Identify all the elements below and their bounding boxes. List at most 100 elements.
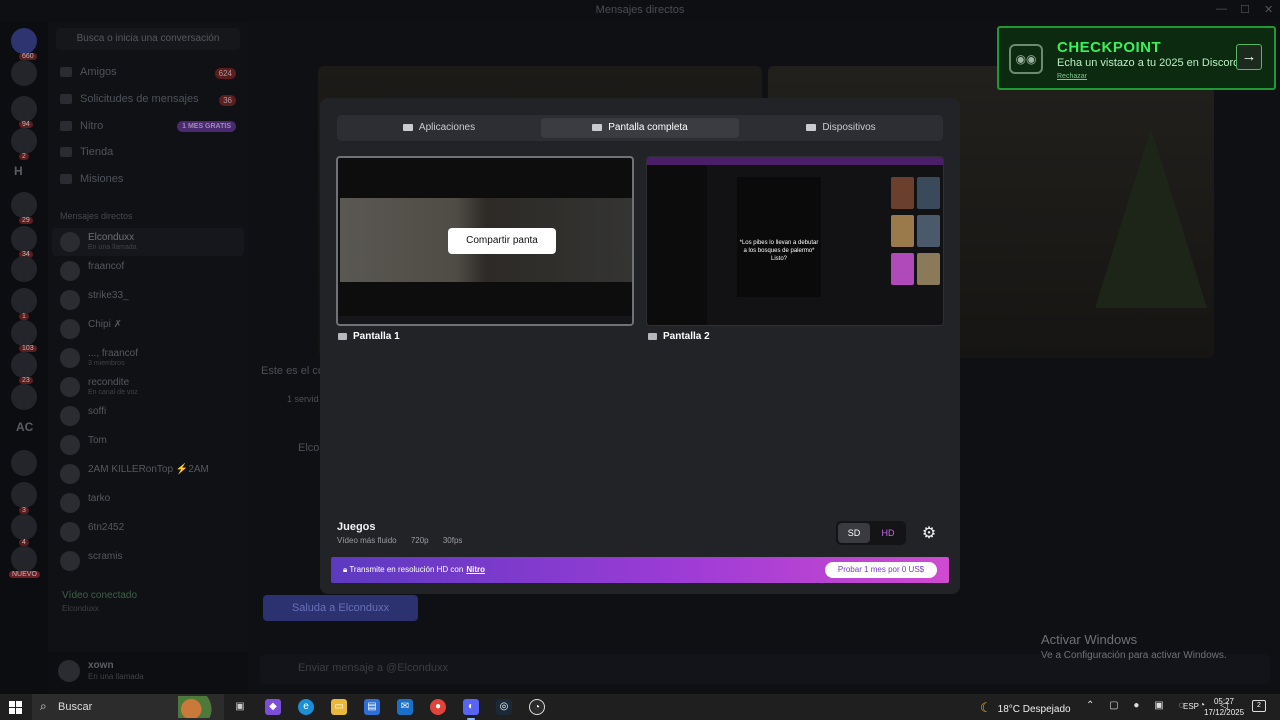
notification-center-icon[interactable]: 2 xyxy=(1252,700,1266,712)
server-icon[interactable] xyxy=(11,450,37,476)
server-icon[interactable]: 103 xyxy=(11,320,37,352)
dm-item[interactable]: 6tn2452 xyxy=(52,518,244,546)
screen-1-thumbnail[interactable]: Compartir panta xyxy=(336,156,634,326)
server-icon[interactable]: NUEVO xyxy=(9,546,40,578)
avatar xyxy=(60,551,80,571)
greet-button[interactable]: Saluda a Elconduxx xyxy=(263,595,418,621)
server-icon[interactable]: 23 xyxy=(11,352,37,384)
steam-icon[interactable]: ◎ xyxy=(496,699,512,715)
quality-hd-button[interactable]: HD xyxy=(872,523,904,543)
weather-widget[interactable]: ☾ 18°C Despejado xyxy=(980,700,1071,716)
tab-full-screen[interactable]: Pantalla completa xyxy=(541,118,739,138)
preview-sidebar xyxy=(647,165,707,325)
dm-item[interactable]: ..., fraancof 3 miembros xyxy=(52,344,244,372)
unread-badge: 103 xyxy=(19,345,37,352)
share-screen-button[interactable]: Compartir panta xyxy=(448,228,556,254)
dm-item[interactable]: scramis xyxy=(52,547,244,575)
server-icon[interactable] xyxy=(11,256,37,282)
nav-nitro[interactable]: Nitro xyxy=(60,120,103,132)
preview-caption: *Los pibes lo llevan a debutar a los bos… xyxy=(739,240,819,262)
clock[interactable]: 05:27 17/12/2025 xyxy=(1204,696,1244,718)
unread-badge: 94 xyxy=(19,121,33,128)
username: xown xyxy=(88,660,114,671)
taskbar-search-label: Buscar xyxy=(58,701,93,713)
nav-friends[interactable]: Amigos xyxy=(60,66,117,78)
dm-search-input[interactable]: Busca o inicia una conversación xyxy=(56,28,240,50)
dm-item[interactable]: fraancof xyxy=(52,257,244,285)
dm-item[interactable]: soffi xyxy=(52,402,244,430)
gear-icon[interactable]: ⚙ xyxy=(918,523,940,545)
camera-icon xyxy=(806,123,817,131)
server-icon[interactable] xyxy=(11,60,37,86)
nitro-icon xyxy=(60,121,72,132)
nav-message-requests[interactable]: Solicitudes de mensajes xyxy=(60,93,199,105)
monitor-icon xyxy=(648,332,657,340)
dm-item[interactable]: tarko xyxy=(52,489,244,517)
mail-icon[interactable]: ✉ xyxy=(397,699,413,715)
windows-start-icon[interactable] xyxy=(9,701,22,714)
server-icon[interactable]: 34 xyxy=(11,226,37,258)
toast-arrow-button[interactable]: → xyxy=(1236,44,1262,70)
discord-icon[interactable]: ◐ xyxy=(463,699,479,715)
checkpoint-toast[interactable]: ◉◉ CHECKPOINT Echa un vistazo a tu 2025 … xyxy=(997,26,1276,90)
discord-home-icon[interactable]: 660 xyxy=(11,28,37,60)
nitro-link[interactable]: Nitro xyxy=(466,565,485,574)
close-button[interactable]: ✕ xyxy=(1264,3,1273,16)
server-icon[interactable]: 1 xyxy=(11,288,37,320)
dm-item[interactable]: 2AM KILLERonTop ⚡2AM xyxy=(52,460,244,488)
try-nitro-button[interactable]: Probar 1 mes por 0 US$ xyxy=(825,562,937,578)
moon-icon: ☾ xyxy=(980,700,992,715)
app-icon[interactable]: ◔ xyxy=(529,699,545,715)
preview-cell xyxy=(891,177,914,209)
preview-cell xyxy=(891,253,914,285)
server-label[interactable]: H xyxy=(14,164,23,178)
dm-item[interactable]: Tom xyxy=(52,431,244,459)
preview-browser-tabs xyxy=(647,157,943,165)
toast-dismiss-link[interactable]: Rechazar xyxy=(1057,73,1087,80)
dm-item[interactable]: Elconduxx En una llamada xyxy=(52,228,244,256)
preset-description: Vídeo más fluido xyxy=(337,536,397,545)
avatar[interactable] xyxy=(58,660,80,682)
avatar xyxy=(60,290,80,310)
call-intro-text: Este es el co xyxy=(261,365,324,377)
file-explorer-icon[interactable]: ▭ xyxy=(331,699,347,715)
nav-quests[interactable]: Misiones xyxy=(60,173,123,185)
voice-connection-panel: Vídeo conectado Elconduxx xyxy=(48,584,248,644)
task-view-icon[interactable]: ▣ xyxy=(232,699,248,715)
dm-item[interactable]: strike33_ xyxy=(52,286,244,314)
dm-item[interactable]: Chipi ✗ xyxy=(52,315,244,343)
avatar xyxy=(60,319,80,339)
server-icon[interactable]: 29 xyxy=(11,192,37,224)
windows-activation-watermark: Activar Windows Ve a Configuración para … xyxy=(1041,632,1227,661)
quality-toggle: SD HD xyxy=(836,521,906,545)
window-title: Mensajes directos xyxy=(595,4,685,16)
maximize-button[interactable]: ☐ xyxy=(1240,3,1250,16)
tab-applications[interactable]: Aplicaciones xyxy=(341,118,537,138)
server-icon[interactable]: 2 xyxy=(11,128,37,160)
dm-item[interactable]: recondite En canal de voz xyxy=(52,373,244,401)
copilot-icon[interactable]: ◆ xyxy=(265,699,281,715)
envelope-icon xyxy=(60,94,72,105)
store-icon[interactable]: ▤ xyxy=(364,699,380,715)
chrome-icon[interactable]: ● xyxy=(430,699,446,715)
edge-icon[interactable]: e xyxy=(298,699,314,715)
server-label[interactable]: AC xyxy=(16,420,33,434)
screen-2-thumbnail[interactable]: *Los pibes lo llevan a debutar a los bos… xyxy=(646,156,944,326)
voice-channel[interactable]: Elconduxx xyxy=(62,604,99,613)
unread-badge: 1 xyxy=(19,313,29,320)
preview-thumbnail-grid xyxy=(891,177,943,317)
preview-cell xyxy=(917,177,940,209)
server-icon[interactable]: 4 xyxy=(11,514,37,546)
tab-devices[interactable]: Dispositivos xyxy=(743,118,939,138)
server-icon[interactable]: 94 xyxy=(11,96,37,128)
windows-taskbar: ⌕ Buscar ▣ ◆ e ▭ ▤ ✉ ● ◐ ◎ ◔ ☾ 18°C Despe… xyxy=(0,694,1280,720)
server-icon[interactable] xyxy=(11,384,37,410)
server-icon[interactable]: 3 xyxy=(11,482,37,514)
quality-sd-button[interactable]: SD xyxy=(838,523,870,543)
language-indicator[interactable]: ESP xyxy=(1183,702,1199,711)
minimize-button[interactable]: — xyxy=(1216,3,1227,15)
nav-shop[interactable]: Tienda xyxy=(60,146,113,158)
voice-status: Vídeo conectado xyxy=(62,590,138,601)
taskbar-search[interactable]: ⌕ Buscar xyxy=(32,694,224,720)
clock-date: 17/12/2025 xyxy=(1204,708,1245,717)
